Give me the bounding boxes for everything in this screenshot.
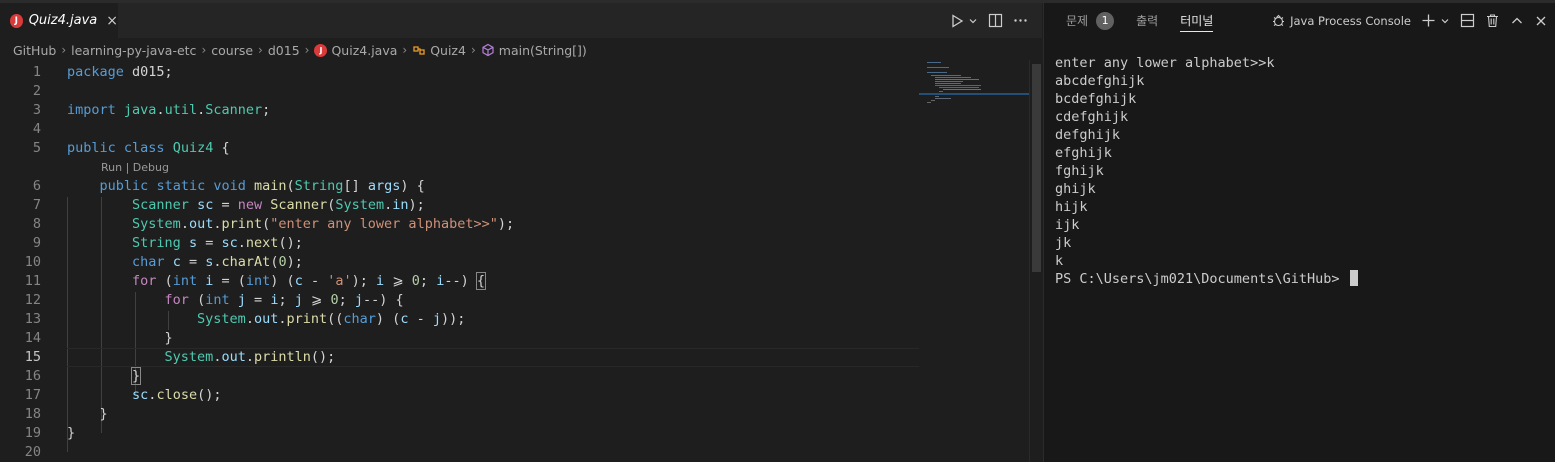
chevron-right-icon: › <box>402 43 408 57</box>
scrollbar-thumb[interactable] <box>1032 64 1041 272</box>
terminal-line: bcdefghijk <box>1055 91 1137 107</box>
chevron-up-icon[interactable] <box>1510 14 1524 28</box>
panel-actions: Java Process Console <box>1271 3 1548 38</box>
code-area[interactable]: 1 package d015; 2 3 import java.util.Scann… <box>0 60 1030 460</box>
java-file-icon: J <box>10 13 23 28</box>
tab-terminal[interactable]: 터미널 <box>1180 3 1214 38</box>
chevron-down-icon[interactable] <box>1440 16 1450 26</box>
trash-icon[interactable] <box>1485 13 1500 28</box>
method-icon <box>481 43 495 57</box>
editor-tab-quiz4[interactable]: J Quiz4.java × <box>0 3 118 38</box>
split-terminal-icon[interactable] <box>1460 13 1475 28</box>
breadcrumb-item[interactable]: course <box>211 43 253 58</box>
debug-icon <box>1273 14 1285 27</box>
breadcrumb-item[interactable]: Quiz4 <box>430 43 466 58</box>
terminal-output[interactable]: enter any lower alphabet>>k abcdefghijk … <box>1055 54 1358 288</box>
terminal-line: efghijk <box>1055 145 1112 161</box>
terminal-line: jk <box>1055 235 1072 251</box>
add-icon[interactable] <box>1421 13 1436 28</box>
run-icon[interactable] <box>950 13 964 28</box>
problems-count-badge: 1 <box>1096 11 1115 30</box>
minimap[interactable] <box>919 60 1029 460</box>
chevron-right-icon: › <box>201 43 207 57</box>
java-file-icon: J <box>314 43 328 57</box>
terminal-profile-selector[interactable]: Java Process Console <box>1271 13 1411 28</box>
chevron-right-icon: › <box>470 43 476 57</box>
close-icon[interactable]: × <box>106 13 118 29</box>
chevron-down-icon[interactable] <box>968 16 978 26</box>
editor-group: J Quiz4.java × GitHub › learning-py-java… <box>0 3 1042 462</box>
editor-actions <box>950 3 1028 38</box>
tab-problems-label: 문제 <box>1066 14 1089 28</box>
bottom-panel: 문제 1 출력 터미널 Java Process Console enter a… <box>1043 3 1555 462</box>
tab-terminal-label: 터미널 <box>1180 14 1214 28</box>
terminal-line: ghijk <box>1055 181 1096 197</box>
terminal-line: fghijk <box>1055 163 1104 179</box>
class-icon <box>412 43 426 57</box>
breadcrumb-item[interactable]: d015 <box>268 43 300 58</box>
terminal-profile-label: Java Process Console <box>1290 13 1411 28</box>
tab-title: Quiz4.java <box>28 13 98 28</box>
close-icon[interactable] <box>1534 14 1548 28</box>
terminal-line: defghijk <box>1055 127 1121 143</box>
chevron-right-icon: › <box>258 43 263 57</box>
split-editor-icon[interactable] <box>988 13 1003 28</box>
terminal-prompt-line[interactable]: PS C:\Users\jm021\Documents\GitHub> <box>1055 270 1358 288</box>
more-icon[interactable] <box>1013 13 1028 28</box>
terminal-line: ijk <box>1055 217 1080 233</box>
editor-tab-bar: J Quiz4.java × <box>0 3 1042 38</box>
terminal-line: k <box>1055 253 1064 269</box>
breadcrumb-item[interactable]: Quiz4.java <box>331 43 397 58</box>
terminal-line: hijk <box>1055 199 1088 215</box>
tab-output-label: 출력 <box>1136 14 1159 28</box>
tab-problems[interactable]: 문제 1 <box>1066 3 1115 38</box>
panel-header: 문제 1 출력 터미널 Java Process Console <box>1044 3 1555 38</box>
terminal-cursor <box>1349 270 1358 286</box>
breadcrumb-item[interactable]: learning-py-java-etc <box>71 43 196 58</box>
terminal-line: enter any lower alphabet>>k <box>1055 55 1275 71</box>
breadcrumb: GitHub › learning-py-java-etc › course ›… <box>13 39 587 61</box>
terminal-prompt: PS C:\Users\jm021\Documents\GitHub> <box>1055 271 1348 287</box>
breadcrumb-item[interactable]: main(String[]) <box>499 43 587 58</box>
chevron-right-icon: › <box>304 43 310 57</box>
terminal-line: abcdefghijk <box>1055 73 1145 89</box>
breadcrumb-item[interactable]: GitHub <box>13 43 56 58</box>
editor-scrollbar[interactable] <box>1029 60 1042 462</box>
terminal-line: cdefghijk <box>1055 109 1129 125</box>
chevron-right-icon: › <box>61 43 67 57</box>
tab-output[interactable]: 출력 <box>1136 3 1158 38</box>
codelens-run-debug[interactable]: Run | Debug <box>101 159 169 176</box>
